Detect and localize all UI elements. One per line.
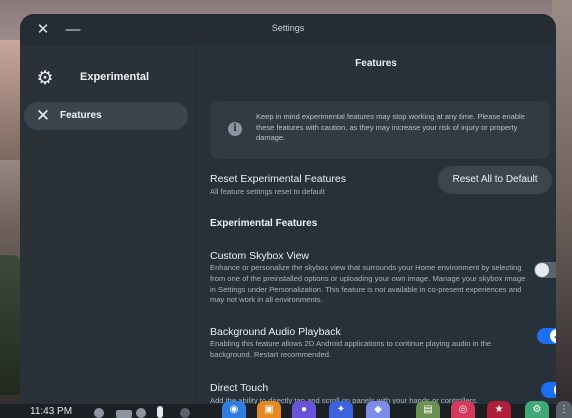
warning-notice: i Keep in mind experimental features may… [210,101,550,159]
checkmark-icon: ✓ [554,383,556,397]
notice-text: Keep in mind experimental features may s… [256,112,525,142]
store-app-icon[interactable]: ◉ [222,401,246,418]
status-dot-icon [94,408,104,418]
background-plant [0,255,22,395]
settings-window: ✕ — Settings ⚙ Experimental ✕ Features F… [20,14,556,404]
game-app-icon[interactable]: ★ [487,401,511,418]
checkmark-icon: ✓ [550,329,556,343]
microphone-icon[interactable] [157,406,163,418]
sidebar-header: ⚙ Experimental [30,66,190,92]
reset-all-button[interactable]: Reset All to Default [438,166,552,194]
sidebar-header-label: Experimental [80,71,150,83]
app-library-icon[interactable]: ⋮ [556,401,572,418]
feature-title-skybox: Custom Skybox View [210,250,310,262]
shopping-app-icon[interactable]: ▣ [257,401,281,418]
feature-title-direct-touch: Direct Touch [210,382,269,394]
section-title: Experimental Features [210,218,318,229]
background-audio-toggle[interactable]: ✓ [537,328,556,344]
title-bar: ✕ — Settings [20,14,556,46]
feature-title-background-audio: Background Audio Playback [210,326,341,338]
wifi-icon [136,408,146,418]
sidebar-item-label: Features [60,110,102,121]
gear-icon: ⚙ [36,68,54,89]
settings-app-icon[interactable]: ⚙ [525,401,549,418]
people-app-icon[interactable]: ● [292,401,316,418]
close-x-icon: ✕ [35,106,51,125]
battery-icon [116,410,132,418]
camera-app-icon[interactable]: ◎ [451,401,475,418]
taskbar-clock: 11:43 PM [30,406,73,417]
sidebar: ⚙ Experimental ✕ Features [20,46,196,404]
page-title: Features [355,58,397,69]
feature-description-skybox: Enhance or personalize the skybox view t… [210,263,526,305]
toggle-knob [535,263,549,277]
info-icon: i [228,122,242,136]
messenger-app-icon[interactable]: ✦ [329,401,353,418]
camera-icon[interactable] [180,408,190,418]
window-title: Settings [271,23,305,33]
reset-title: Reset Experimental Features [210,173,346,185]
skybox-toggle[interactable] [534,262,556,278]
browser-app-icon[interactable]: ◆ [366,401,390,418]
feature-description-background-audio: Enabling this feature allows 2D Android … [210,339,492,359]
main-content: Features i Keep in mind experimental fea… [196,46,556,404]
gallery-app-icon[interactable]: ▤ [416,401,440,418]
reset-description: All feature settings reset to default [210,187,325,196]
sidebar-item-features[interactable]: ✕ Features [24,102,188,130]
direct-touch-toggle[interactable]: ✓ [541,382,556,398]
